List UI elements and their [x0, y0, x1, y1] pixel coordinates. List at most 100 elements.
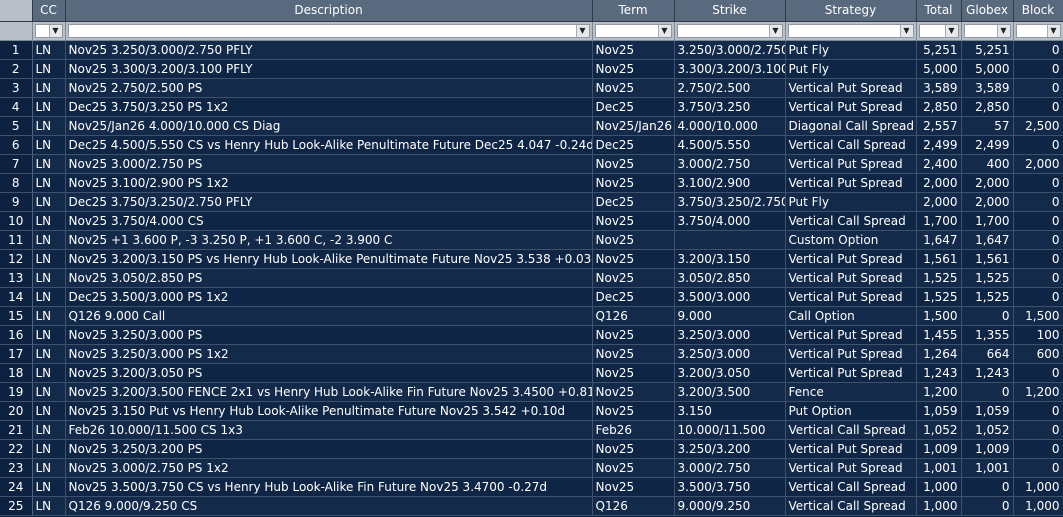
cell-globex: 1,243	[961, 363, 1014, 383]
row-number: 6	[0, 135, 33, 155]
table-row[interactable]: 23 LN Nov25 3.000/2.750 PS 1x2 Nov25 3.000/2…	[0, 458, 1063, 478]
cell-total: 1,647	[916, 230, 962, 250]
chevron-down-icon[interactable]: ▼	[768, 25, 782, 37]
table-row[interactable]: 1 LN Nov25 3.250/3.000/2.750 PFLY Nov25 3.25…	[0, 40, 1063, 60]
column-header-description[interactable]: Description	[65, 0, 593, 22]
cell-globex: 0	[961, 477, 1014, 497]
table-row[interactable]: 4 LN Dec25 3.750/3.250 PS 1x2 Dec25 3.750/3.…	[0, 97, 1063, 117]
cell-term: Nov25	[592, 40, 675, 60]
filter-description[interactable]: ▼	[65, 21, 593, 41]
cell-block: 0	[1013, 173, 1063, 193]
cell-globex: 1,561	[961, 249, 1014, 269]
cell-total: 5,000	[916, 59, 962, 79]
cell-block: 2,000	[1013, 154, 1063, 174]
table-row[interactable]: 10 LN Nov25 3.750/4.000 CS Nov25 3.750/4.000…	[0, 211, 1063, 231]
filter-block[interactable]: ▼	[1013, 21, 1063, 41]
filter-term[interactable]: ▼	[592, 21, 675, 41]
cell-block: 0	[1013, 363, 1063, 383]
table-row[interactable]: 14 LN Dec25 3.500/3.000 PS 1x2 Dec25 3.500/3…	[0, 287, 1063, 307]
table-row[interactable]: 20 LN Nov25 3.150 Put vs Henry Hub Look-Al…	[0, 401, 1063, 421]
filter-strike[interactable]: ▼	[674, 21, 786, 41]
cell-total: 1,455	[916, 325, 962, 345]
cell-strike: 3.200/3.150	[674, 249, 786, 269]
row-number: 7	[0, 154, 33, 174]
cell-strike: 3.750/3.250/2.750	[674, 192, 786, 212]
table-row[interactable]: 21 LN Feb26 10.000/11.500 CS 1x3 Feb26 10.00…	[0, 420, 1063, 440]
table-row[interactable]: 15 LN Q126 9.000 Call Q126 9.000 Call Option 1…	[0, 306, 1063, 326]
column-header-globex[interactable]: Globex	[961, 0, 1014, 22]
table-row[interactable]: 9 LN Dec25 3.750/3.250/2.750 PFLY Dec25 3.75…	[0, 192, 1063, 212]
chevron-down-icon[interactable]: ▼	[575, 25, 589, 37]
cell-strategy: Put Fly	[785, 192, 917, 212]
cell-total: 1,243	[916, 363, 962, 383]
chevron-down-icon[interactable]: ▼	[996, 25, 1010, 37]
cell-term: Q126	[592, 496, 675, 516]
table-row[interactable]: 25 LN Q126 9.000/9.250 CS Q126 9.000/9.250 Ve…	[0, 496, 1063, 516]
chevron-down-icon[interactable]: ▼	[944, 25, 958, 37]
filter-globex[interactable]: ▼	[961, 21, 1014, 41]
table-row[interactable]: 24 LN Nov25 3.500/3.750 CS vs Henry Hub Lo…	[0, 477, 1063, 497]
column-header-cc[interactable]: CC	[32, 0, 66, 22]
table-row[interactable]: 18 LN Nov25 3.200/3.050 PS Nov25 3.200/3.050…	[0, 363, 1063, 383]
table-row[interactable]: 3 LN Nov25 2.750/2.500 PS Nov25 2.750/2.500 V…	[0, 78, 1063, 98]
chevron-down-icon[interactable]: ▼	[899, 25, 913, 37]
chevron-down-icon[interactable]: ▼	[48, 25, 62, 37]
table-row[interactable]: 11 LN Nov25 +1 3.600 P, -3 3.250 P, +1 3.6…	[0, 230, 1063, 250]
table-row[interactable]: 8 LN Nov25 3.100/2.900 PS 1x2 Nov25 3.100/2.…	[0, 173, 1063, 193]
cell-cc: LN	[32, 173, 66, 193]
cell-term: Nov25	[592, 78, 675, 98]
cell-cc: LN	[32, 439, 66, 459]
column-header-term[interactable]: Term	[592, 0, 675, 22]
row-number: 25	[0, 496, 33, 516]
cell-strike: 3.750/3.250	[674, 97, 786, 117]
cell-cc: LN	[32, 211, 66, 231]
cell-strike: 3.250/3.000	[674, 325, 786, 345]
cell-term: Nov25	[592, 268, 675, 288]
cell-total: 3,589	[916, 78, 962, 98]
table-row[interactable]: 19 LN Nov25 3.200/3.500 FENCE 2x1 vs Henry…	[0, 382, 1063, 402]
cell-cc: LN	[32, 458, 66, 478]
cell-cc: LN	[32, 382, 66, 402]
cell-strategy: Vertical Put Spread	[785, 173, 917, 193]
cell-block: 100	[1013, 325, 1063, 345]
table-row[interactable]: 2 LN Nov25 3.300/3.200/3.100 PFLY Nov25 3.30…	[0, 59, 1063, 79]
cell-strike: 3.000/2.750	[674, 458, 786, 478]
chevron-down-icon[interactable]: ▼	[1046, 25, 1060, 37]
cell-globex: 1,009	[961, 439, 1014, 459]
cell-description: Dec25 3.750/3.250 PS 1x2	[65, 97, 593, 117]
cell-description: Nov25 3.250/3.000 PS	[65, 325, 593, 345]
row-number-header	[0, 0, 33, 22]
table-row[interactable]: 5 LN Nov25/Jan26 4.000/10.000 CS Diag Nov25…	[0, 116, 1063, 136]
filter-total[interactable]: ▼	[916, 21, 962, 41]
cell-strategy: Vertical Put Spread	[785, 154, 917, 174]
cell-strike: 3.250/3.200	[674, 439, 786, 459]
cell-block: 0	[1013, 59, 1063, 79]
table-row[interactable]: 7 LN Nov25 3.000/2.750 PS Nov25 3.000/2.750 V…	[0, 154, 1063, 174]
chevron-down-icon[interactable]: ▼	[657, 25, 671, 37]
table-row[interactable]: 17 LN Nov25 3.250/3.000 PS 1x2 Nov25 3.250/3…	[0, 344, 1063, 364]
row-number: 4	[0, 97, 33, 117]
column-header-block[interactable]: Block	[1013, 0, 1063, 22]
table-row[interactable]: 16 LN Nov25 3.250/3.000 PS Nov25 3.250/3.000…	[0, 325, 1063, 345]
table-row[interactable]: 22 LN Nov25 3.250/3.200 PS Nov25 3.250/3.200…	[0, 439, 1063, 459]
cell-globex: 5,000	[961, 59, 1014, 79]
cell-cc: LN	[32, 230, 66, 250]
row-number: 21	[0, 420, 33, 440]
cell-globex: 1,355	[961, 325, 1014, 345]
cell-block: 0	[1013, 230, 1063, 250]
cell-block: 0	[1013, 401, 1063, 421]
filter-strategy[interactable]: ▼	[785, 21, 917, 41]
table-row[interactable]: 6 LN Dec25 4.500/5.550 CS vs Henry Hub Loo…	[0, 135, 1063, 155]
table-row[interactable]: 12 LN Nov25 3.200/3.150 PS vs Henry Hub Lo…	[0, 249, 1063, 269]
table-row[interactable]: 13 LN Nov25 3.050/2.850 PS Nov25 3.050/2.850…	[0, 268, 1063, 288]
cell-description: Dec25 3.750/3.250/2.750 PFLY	[65, 192, 593, 212]
column-header-strike[interactable]: Strike	[674, 0, 786, 22]
cell-block: 0	[1013, 97, 1063, 117]
cell-globex: 400	[961, 154, 1014, 174]
column-header-strategy[interactable]: Strategy	[785, 0, 917, 22]
cell-description: Nov25 3.100/2.900 PS 1x2	[65, 173, 593, 193]
cell-cc: LN	[32, 192, 66, 212]
filter-cc[interactable]: ▼	[32, 21, 66, 41]
cell-description: Nov25 3.000/2.750 PS	[65, 154, 593, 174]
column-header-total[interactable]: Total	[916, 0, 962, 22]
